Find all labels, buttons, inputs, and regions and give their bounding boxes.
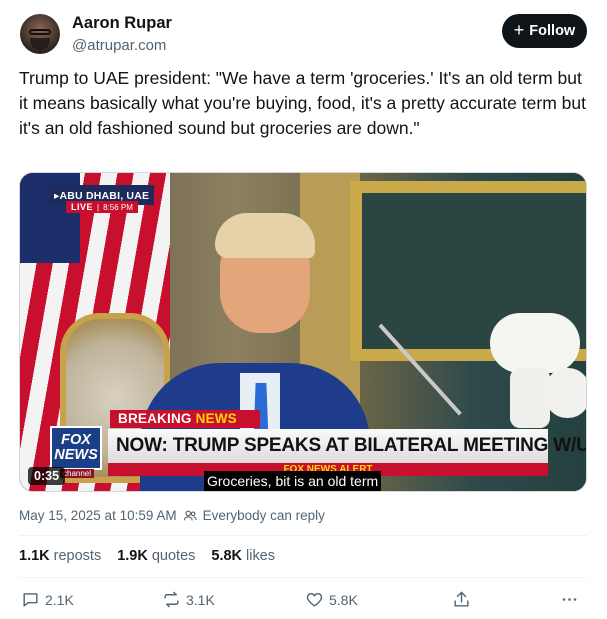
- reply-setting[interactable]: Everybody can reply: [203, 508, 325, 523]
- video-duration: 0:35: [28, 467, 66, 485]
- quotes-stat[interactable]: 1.9K quotes: [117, 548, 195, 564]
- plus-icon: +: [513, 20, 525, 40]
- repost-button[interactable]: 3.1K: [162, 590, 215, 609]
- news-label: NEWS: [195, 411, 237, 426]
- author-handle[interactable]: @atrupar.com: [72, 37, 166, 54]
- fox-news-logo: FOX NEWS: [50, 426, 102, 470]
- post-card: Aaron Rupar @atrupar.com + Follow Trump …: [0, 0, 607, 619]
- video-flowers-2: [545, 368, 586, 418]
- reposts-stat[interactable]: 1.1K reposts: [19, 548, 101, 564]
- channel-label: channel: [60, 469, 95, 478]
- quotes-label: quotes: [151, 548, 196, 564]
- more-options-button[interactable]: [560, 590, 579, 609]
- reposts-count: 1.1K: [19, 548, 50, 564]
- post-meta: May 15, 2025 at 10:59 AM Everybody can r…: [19, 508, 325, 523]
- breaking-label: BREAKING: [118, 411, 192, 426]
- follow-button[interactable]: + Follow: [502, 14, 587, 48]
- live-label: LIVE: [71, 202, 94, 212]
- avatar-beard: [30, 38, 50, 50]
- quotes-count: 1.9K: [117, 548, 148, 564]
- repost-icon: [164, 591, 179, 608]
- engagement-stats: 1.1K reposts 1.9K quotes 5.8K likes: [19, 548, 275, 564]
- video-caption: Groceries, bit is an old term: [204, 471, 382, 491]
- reply-icon: [23, 593, 38, 607]
- chyron-headline: NOW: TRUMP SPEAKS AT BILATERAL MEETING W…: [108, 429, 586, 463]
- live-separator: |: [97, 202, 100, 212]
- reply-button[interactable]: 2.1K: [21, 590, 74, 609]
- video-player[interactable]: ▸ABU DHABI, UAE LIVE | 8:56 PM BREAKING …: [19, 172, 587, 492]
- repost-count: 3.1K: [186, 591, 215, 608]
- reply-count: 2.1K: [45, 591, 74, 608]
- live-time: 8:56 PM: [103, 202, 133, 212]
- people-icon: [183, 509, 197, 523]
- video-speaker-hair: [215, 213, 315, 258]
- heart-icon: [306, 592, 323, 607]
- likes-stat[interactable]: 5.8K likes: [211, 548, 275, 564]
- logo-line-2: NEWS: [54, 447, 98, 463]
- video-vase: [510, 368, 550, 428]
- divider: [19, 535, 587, 536]
- logo-line-1: FOX: [61, 432, 91, 448]
- divider: [19, 577, 587, 578]
- avatar-glasses: [29, 29, 51, 35]
- post-text: Trump to UAE president: "We have a term …: [19, 68, 586, 138]
- video-flowers: [490, 313, 580, 373]
- avatar[interactable]: [20, 14, 60, 54]
- more-icon: [562, 598, 577, 601]
- share-button[interactable]: [452, 590, 471, 609]
- post-date[interactable]: May 15, 2025 at 10:59 AM: [19, 508, 177, 523]
- likes-label: likes: [246, 548, 276, 564]
- live-tag: LIVE | 8:56 PM: [66, 201, 138, 213]
- share-icon: [454, 591, 469, 607]
- like-button[interactable]: 5.8K: [305, 590, 358, 609]
- reposts-label: reposts: [53, 548, 102, 564]
- follow-label: Follow: [529, 23, 576, 39]
- like-count: 5.8K: [329, 591, 358, 608]
- likes-count: 5.8K: [211, 548, 243, 564]
- author-name[interactable]: Aaron Rupar: [72, 14, 172, 33]
- breaking-news-banner: BREAKING NEWS: [110, 410, 260, 428]
- action-bar: 2.1K 3.1K 5.8K: [0, 590, 607, 614]
